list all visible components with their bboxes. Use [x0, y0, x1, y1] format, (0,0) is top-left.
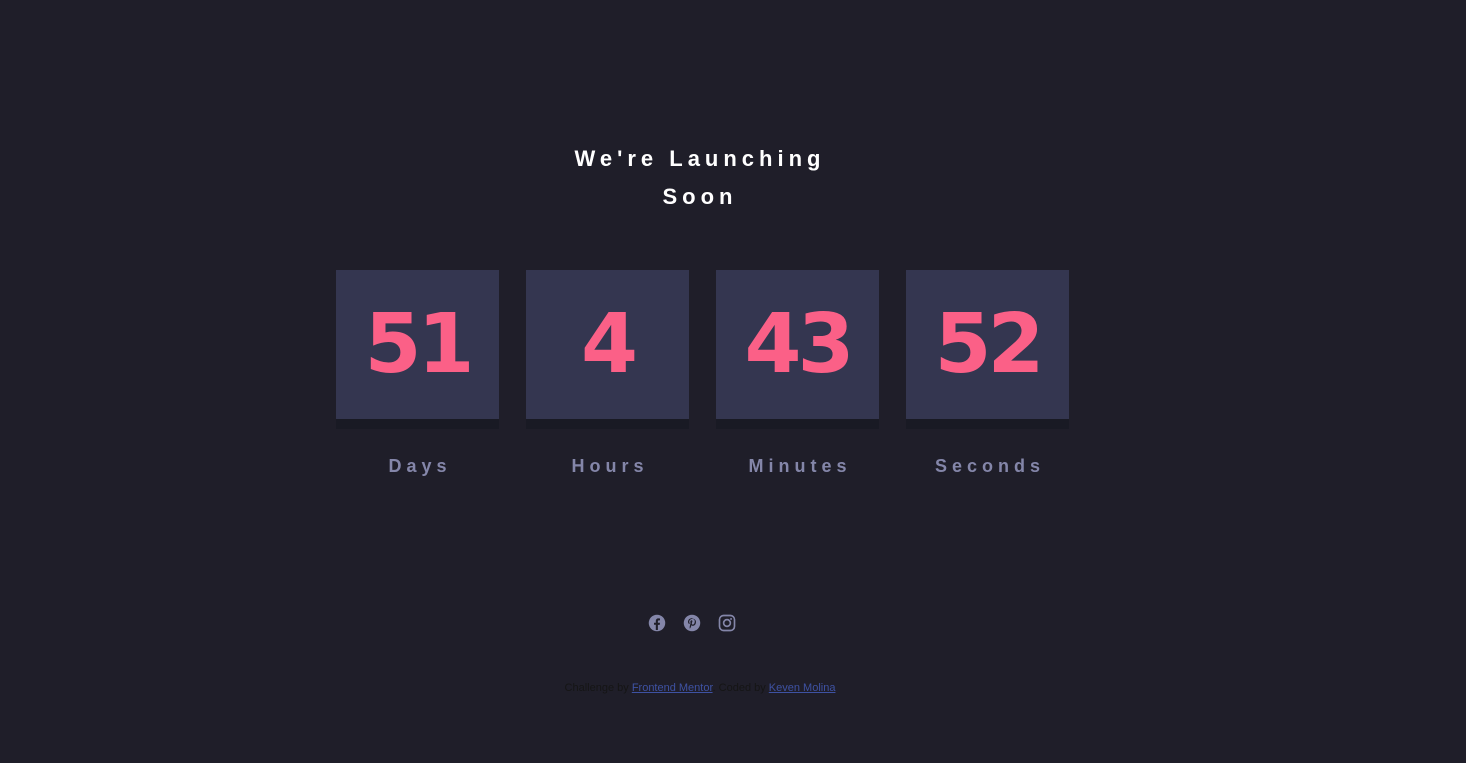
minutes-label: Minutes	[748, 456, 852, 476]
days-label: Days	[388, 456, 452, 476]
page: We're Launching Soon 51 Days 4 Hours 43 …	[0, 0, 1466, 763]
seconds-label: Seconds	[934, 456, 1046, 476]
page-title-line2: Soon	[662, 184, 738, 209]
countdown-hours: 4 Hours	[526, 270, 689, 477]
minutes-card: 43	[716, 270, 879, 419]
countdown-minutes: 43 Minutes	[716, 270, 879, 477]
page-title-line1: We're Launching	[574, 146, 826, 171]
seconds-card: 52	[906, 270, 1069, 419]
days-card: 51	[336, 270, 499, 419]
hours-label: Hours	[571, 456, 649, 476]
attribution-prefix: Challenge by	[564, 682, 629, 694]
page-title: We're Launching Soon	[0, 140, 1400, 216]
pinterest-icon[interactable]	[683, 614, 701, 632]
countdown-days: 51 Days	[336, 270, 499, 477]
facebook-icon[interactable]	[648, 614, 666, 632]
minutes-value: 43	[744, 296, 854, 392]
days-value: 51	[364, 296, 474, 392]
instagram-icon[interactable]	[718, 614, 736, 632]
countdown-seconds: 52 Seconds	[906, 270, 1069, 477]
countdown-timer: 51 Days 4 Hours 43 Minutes 52 Seconds	[336, 270, 1069, 477]
frontend-mentor-link[interactable]: Frontend Mentor	[632, 682, 713, 694]
attribution-middle: . Coded by	[712, 682, 766, 694]
hours-value: 4	[580, 296, 638, 392]
seconds-value: 52	[934, 296, 1044, 392]
author-link[interactable]: Keven Molina	[769, 682, 836, 694]
hours-card: 4	[526, 270, 689, 419]
attribution: Challenge by Frontend Mentor. Coded by K…	[0, 682, 1400, 694]
social-links	[648, 614, 736, 632]
